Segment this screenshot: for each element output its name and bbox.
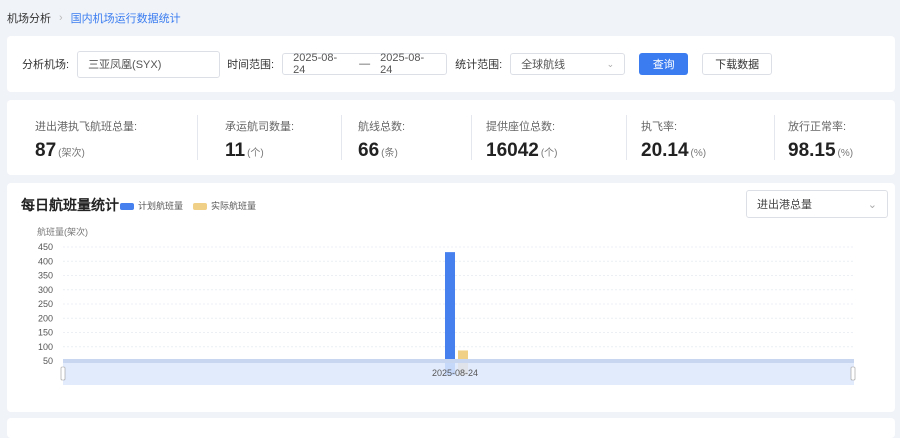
stat-value: 11 xyxy=(225,140,246,161)
scope-label: 统计范围: xyxy=(455,59,503,71)
stat-routes: 航线总数: 66 (条) xyxy=(341,100,471,175)
next-card xyxy=(7,418,895,438)
stat-airlines: 承运航司数量: 11 (个) xyxy=(197,100,341,175)
y-tick-label: 100 xyxy=(38,342,53,352)
y-tick-label: 50 xyxy=(43,356,53,366)
date-separator: — xyxy=(359,58,371,70)
date-end[interactable]: 2025-08-24 xyxy=(380,52,436,76)
y-tick-label: 450 xyxy=(38,242,53,252)
breadcrumb-current: 国内机场运行数据统计 xyxy=(70,13,181,25)
stat-title: 航线总数: xyxy=(358,121,406,133)
y-tick-label: 400 xyxy=(38,256,53,266)
data-zoom-handle-left[interactable] xyxy=(60,366,66,381)
stat-title: 执飞率: xyxy=(641,121,678,133)
date-start[interactable]: 2025-08-24 xyxy=(293,52,349,76)
bar-chart: 航班量(架次) 50 100 150 200 250 300 350 400 450 2025-… xyxy=(37,226,856,385)
stat-value: 20.14 xyxy=(641,140,689,161)
airport-label: 分析机场: xyxy=(22,59,70,71)
stat-unit: (架次) xyxy=(58,148,85,159)
query-button[interactable]: 查询 xyxy=(639,53,689,75)
stat-title: 进出港执飞航班总量: xyxy=(35,121,138,133)
breadcrumb-parent[interactable]: 机场分析 xyxy=(7,10,51,26)
y-tick-label: 300 xyxy=(38,285,53,295)
stat-title: 放行正常率: xyxy=(788,121,847,133)
y-axis-label: 航班量(架次) xyxy=(37,226,88,237)
stat-unit: (条) xyxy=(381,148,398,159)
chevron-right-icon: › xyxy=(59,12,63,24)
stat-punctuality: 放行正常率: 98.15 (%) xyxy=(774,100,889,175)
stat-total-flights: 进出港执飞航班总量: 87 (架次) xyxy=(7,100,197,175)
y-tick-label: 350 xyxy=(38,271,53,281)
stats-panel: 进出港执飞航班总量: 87 (架次) 承运航司数量: 11 (个) 航线总数: 66 (条)… xyxy=(7,100,895,175)
airport-input[interactable]: 三亚凤凰(SYX) xyxy=(77,50,221,78)
stat-unit: (个) xyxy=(247,148,264,159)
stat-execution-rate: 执飞率: 20.14 (%) xyxy=(626,100,774,175)
bar-planned[interactable] xyxy=(445,252,455,376)
scope-value: 全球航线 xyxy=(521,59,566,71)
data-zoom-handle-right[interactable] xyxy=(850,366,856,381)
chevron-down-icon: ⌄ xyxy=(606,58,615,69)
stat-unit: (%) xyxy=(690,148,707,159)
stat-value: 87 xyxy=(35,140,57,161)
breadcrumb: 机场分析 › 国内机场运行数据统计 xyxy=(7,10,181,26)
time-label: 时间范围: xyxy=(227,59,275,71)
date-range-picker[interactable]: 2025-08-24 — 2025-08-24 xyxy=(282,52,448,76)
stat-title: 提供座位总数: xyxy=(486,121,556,133)
daily-flights-chart-card: 每日航班量统计 计划航班量 实际航班量 进出港总量 ⌄ 航班量(架次) 50 100… xyxy=(7,183,895,412)
x-tick-label: 2025-08-24 xyxy=(432,368,478,378)
stat-value: 66 xyxy=(358,140,380,161)
stat-value: 16042 xyxy=(486,140,539,161)
stat-unit: (个) xyxy=(540,148,558,159)
y-tick-label: 250 xyxy=(38,299,53,309)
y-tick-label: 200 xyxy=(38,313,53,323)
stat-value: 98.15 xyxy=(788,140,836,161)
stat-unit: (%) xyxy=(837,148,854,159)
stat-title: 承运航司数量: xyxy=(225,121,295,133)
stat-seats: 提供座位总数: 16042 (个) xyxy=(471,100,626,175)
filter-bar: 分析机场: 三亚凤凰(SYX) 时间范围: 2025-08-24 — 2025-… xyxy=(7,36,895,92)
data-zoom-track xyxy=(63,359,854,363)
download-button[interactable]: 下载数据 xyxy=(702,53,773,75)
scope-select[interactable]: 全球航线 ⌄ xyxy=(510,53,626,75)
y-tick-label: 150 xyxy=(38,328,53,338)
